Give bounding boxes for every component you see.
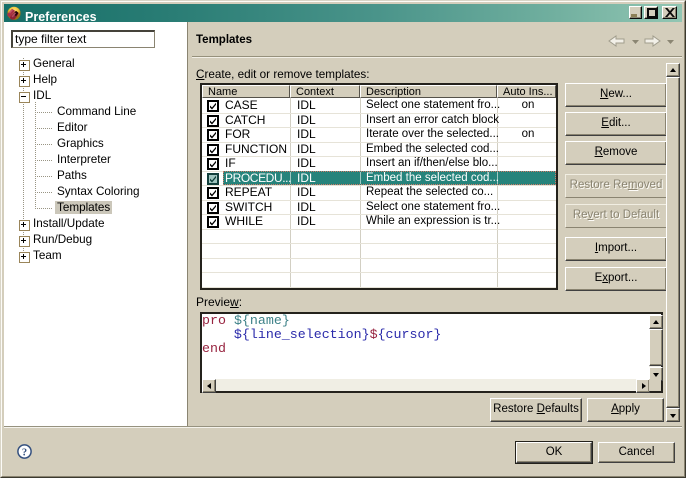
svg-text:?: ?: [22, 448, 27, 459]
